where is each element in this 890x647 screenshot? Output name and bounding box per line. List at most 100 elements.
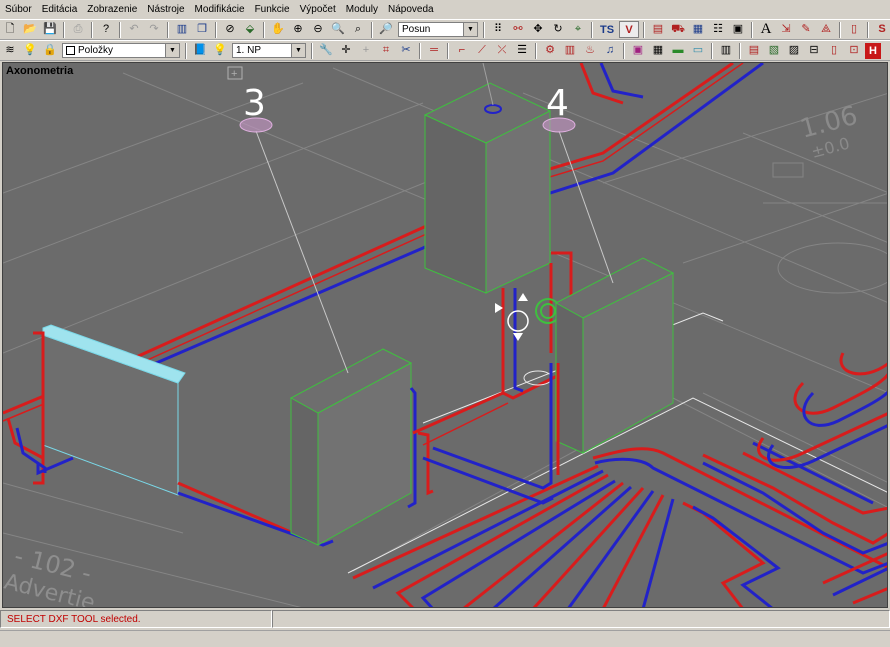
menu-item-1[interactable]: Editácia — [37, 0, 83, 19]
bulb-icon[interactable]: 💡 — [211, 42, 229, 60]
wrench-icon[interactable]: 🔧 — [317, 42, 335, 60]
redo-icon[interactable]: ↷ — [145, 21, 163, 39]
line-icon[interactable]: ═ — [425, 42, 443, 60]
window-icon[interactable]: ▤ — [745, 42, 763, 60]
link-icon[interactable]: ⚯ — [509, 21, 527, 39]
radiator-icon[interactable]: ▥ — [561, 42, 579, 60]
menu-bar: Súbor Editácia Zobrazenie Nástroje Modifikác… — [0, 0, 890, 19]
zoom-window-icon[interactable]: 🔍 — [329, 21, 347, 39]
rect-icon[interactable]: ⌗ — [377, 42, 395, 60]
plus-icon: + — [231, 68, 237, 80]
valve-icon[interactable]: ⚙ — [541, 42, 559, 60]
s-icon[interactable]: S — [873, 21, 890, 39]
print-preview-icon[interactable]: ▯ — [825, 42, 843, 60]
boiler-unit[interactable] — [423, 63, 552, 294]
menu-item-4[interactable]: Modifikácie — [190, 0, 250, 19]
bulb-icon[interactable]: 💡 — [21, 42, 39, 60]
toolbar-separator — [711, 42, 713, 59]
menu-item-8[interactable]: Nápoveda — [383, 0, 439, 19]
dimension-icon[interactable]: ⇲ — [777, 21, 795, 39]
chevron-down-icon[interactable]: ▼ — [165, 44, 179, 57]
toolbar-separator — [167, 21, 169, 38]
zoom-in-icon[interactable]: ⊕ — [289, 21, 307, 39]
status-message: SELECT DXF TOOL selected. — [0, 610, 272, 628]
zoom-out-icon[interactable]: ⊖ — [309, 21, 327, 39]
drawing-canvas[interactable]: 1.06 ±0.0 - 102 - Advertie 3 + 4 — [3, 63, 888, 608]
calc-icon[interactable]: ⛟ — [669, 21, 687, 39]
stairs-icon[interactable]: ▧ — [765, 42, 783, 60]
cut-icon[interactable]: ✂ — [397, 42, 415, 60]
lock-icon[interactable]: 🔒 — [41, 42, 59, 60]
menu-item-3[interactable]: Nástroje — [142, 0, 189, 19]
help-icon[interactable]: ? — [97, 21, 115, 39]
undo-icon[interactable]: ↶ — [125, 21, 143, 39]
plus-icon[interactable]: + — [357, 42, 375, 60]
grid-icon[interactable]: ⊟ — [805, 42, 823, 60]
status-bar: SELECT DXF TOOL selected. — [0, 610, 890, 628]
ts-button[interactable]: TS — [597, 21, 617, 38]
chevron-down-icon[interactable]: ▼ — [291, 44, 305, 57]
report-icon[interactable]: ▣ — [729, 21, 747, 39]
manifold-icon[interactable]: ▣ — [629, 42, 647, 60]
zoom-extents-icon[interactable]: ⌕ — [349, 21, 367, 39]
note-icon[interactable]: ✎ — [797, 21, 815, 39]
v-button[interactable]: V — [619, 21, 639, 38]
pipe-icon[interactable]: ⌐ — [453, 42, 471, 60]
toolbar-separator — [185, 42, 187, 59]
menu-item-6[interactable]: Výpočet — [295, 0, 341, 19]
menu-item-0[interactable]: Súbor — [0, 0, 37, 19]
door-icon[interactable]: ▥ — [717, 42, 735, 60]
zoom-dynamic-icon[interactable]: 🔎 — [377, 21, 395, 39]
list-icon[interactable]: ▯ — [845, 21, 863, 39]
window-icon[interactable]: ❐ — [193, 21, 211, 39]
pipe-cross-icon[interactable]: ⤫ — [493, 42, 511, 60]
axonometric-viewport[interactable]: Axonometria 1.06 ±0.0 - 102 - Advertie 3… — [2, 62, 888, 608]
floor-combo[interactable]: 1. NP ▼ — [232, 43, 306, 58]
radiator-3[interactable] — [289, 348, 434, 546]
toolbar-separator — [91, 21, 93, 38]
chevron-down-icon[interactable]: ▼ — [463, 23, 477, 36]
pipe-bend-icon[interactable]: ⟋ — [473, 42, 491, 60]
block-icon[interactable]: ▦ — [649, 42, 667, 60]
menu-item-2[interactable]: Zobrazenie — [82, 0, 142, 19]
filter-combo[interactable]: Položky ▼ — [62, 43, 180, 58]
sum-icon[interactable]: ▬ — [669, 42, 687, 60]
mode-combo[interactable]: Posun ▼ — [398, 22, 478, 37]
heater-icon[interactable]: ♨ — [581, 42, 599, 60]
print-icon[interactable]: ⎙ — [69, 21, 87, 39]
menu-item-5[interactable]: Funkcie — [250, 0, 295, 19]
toolbar-separator — [311, 42, 313, 59]
tag-3[interactable]: 3 + — [227, 66, 349, 374]
floor-heat-icon[interactable]: ♫ — [601, 42, 619, 60]
new-file-icon[interactable]: 🗋 — [1, 21, 19, 39]
paint-icon[interactable]: ⬙ — [241, 21, 259, 39]
menu-item-7[interactable]: Moduly — [341, 0, 383, 19]
layers-icon[interactable]: ≋ — [1, 42, 19, 60]
measure-icon[interactable]: ⊘ — [221, 21, 239, 39]
table-icon[interactable]: ☷ — [709, 21, 727, 39]
floor-icon[interactable]: ▨ — [785, 42, 803, 60]
radiator-4[interactable] — [412, 257, 675, 505]
drawing-icon[interactable]: ▦ — [689, 21, 707, 39]
text-icon[interactable]: A — [757, 21, 775, 39]
toolbar-separator — [371, 21, 373, 38]
wall-icon[interactable]: ▭ — [689, 42, 707, 60]
pan-tool-icon[interactable]: ✋ — [269, 21, 287, 39]
layout-icon[interactable]: ▥ — [173, 21, 191, 39]
viewport-title: Axonometria — [6, 65, 74, 77]
style-icon[interactable]: ⟁ — [817, 21, 835, 39]
save-icon[interactable]: 💾 — [41, 21, 59, 39]
book-icon[interactable]: 📘 — [191, 42, 209, 60]
export-icon[interactable]: ⊡ — [845, 42, 863, 60]
refresh-icon[interactable]: ↻ — [549, 21, 567, 39]
move-icon[interactable]: ✥ — [529, 21, 547, 39]
h-button[interactable]: H — [865, 42, 881, 59]
settings-icon[interactable]: ▤ — [649, 21, 667, 39]
open-folder-icon[interactable]: 📂 — [21, 21, 39, 39]
grid-icon[interactable]: ⠿ — [489, 21, 507, 39]
list-icon[interactable]: ☰ — [513, 42, 531, 60]
crosshair-icon[interactable]: ✛ — [337, 42, 355, 60]
toolbar-separator — [535, 42, 537, 59]
toolbar-separator — [739, 42, 741, 59]
snap-icon[interactable]: ⌖ — [569, 21, 587, 39]
